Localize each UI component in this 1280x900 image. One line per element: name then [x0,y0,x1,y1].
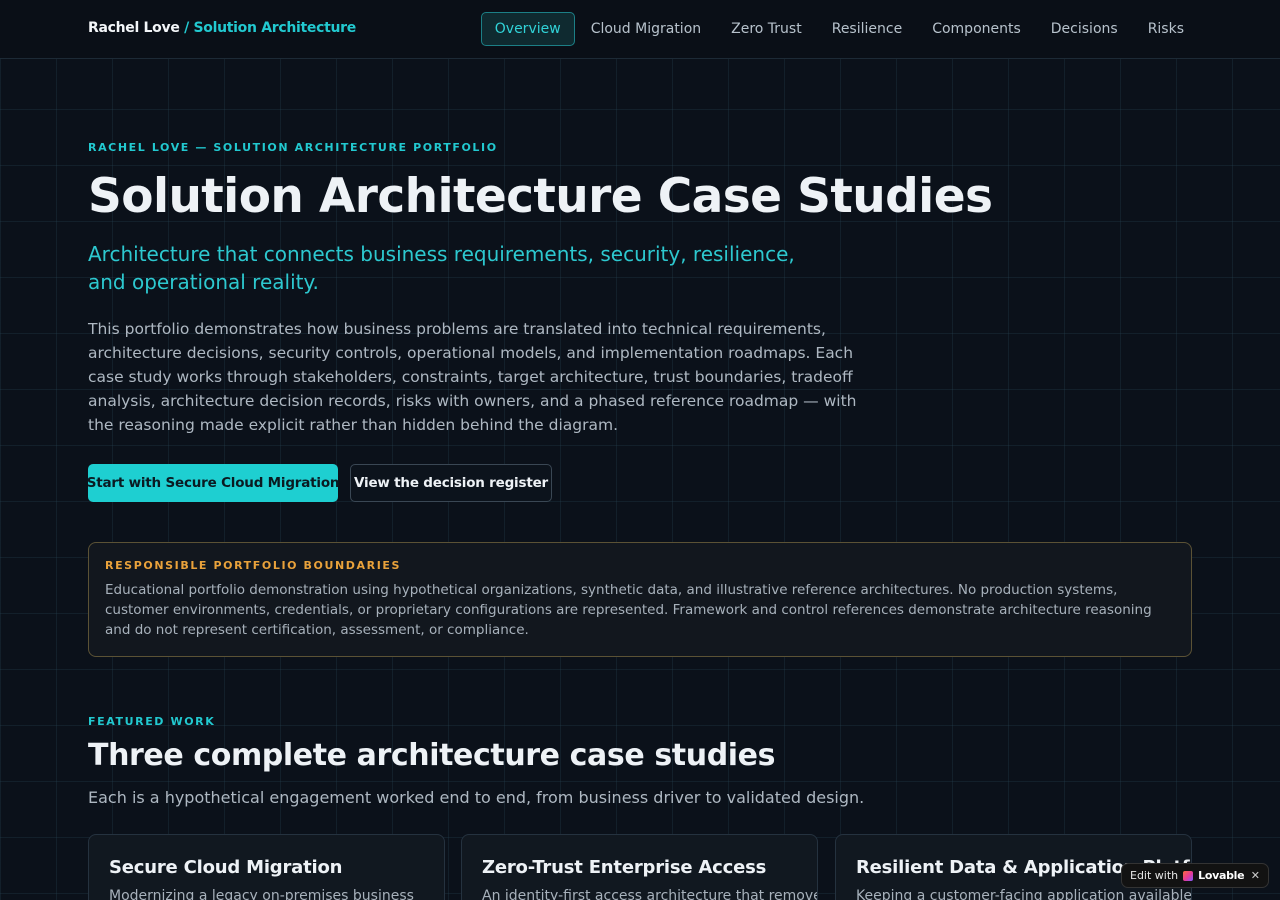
case-study-card-cloud-migration[interactable]: Secure Cloud Migration Modernizing a leg… [88,834,445,900]
brand-name: Rachel Love [88,20,180,36]
featured-section-title: Three complete architecture case studies [88,738,776,773]
case-study-card-zero-trust[interactable]: Zero-Trust Enterprise Access An identity… [461,834,818,900]
portfolio-boundaries-notice: RESPONSIBLE PORTFOLIO BOUNDARIES Educati… [88,542,1192,657]
nav-item-components[interactable]: Components [918,12,1035,46]
nav-item-decisions[interactable]: Decisions [1037,12,1132,46]
nav-item-resilience[interactable]: Resilience [818,12,916,46]
view-decision-register-button[interactable]: View the decision register [350,464,552,502]
hero-subtitle: Architecture that connects business requ… [88,242,795,294]
badge-brand: Lovable [1198,869,1245,882]
card-description: Keeping a customer-facing application av… [856,888,1192,900]
hero-eyebrow: RACHEL LOVE — SOLUTION ARCHITECTURE PORT… [88,141,498,154]
edit-with-lovable-badge[interactable]: Edit with Lovable ✕ [1121,863,1269,888]
notice-title: RESPONSIBLE PORTFOLIO BOUNDARIES [105,559,402,572]
notice-body: Educational portfolio demonstration usin… [105,582,1152,638]
lovable-logo-icon [1183,870,1194,881]
card-description: Modernizing a legacy on-premises busines… [109,888,414,900]
site-brand[interactable]: Rachel Love / Solution Architecture [88,20,356,36]
start-cloud-migration-button[interactable]: Start with Secure Cloud Migration [87,464,340,502]
hero-description: This portfolio demonstrates how business… [88,320,857,434]
featured-eyebrow: FEATURED WORK [88,715,216,728]
card-title: Secure Cloud Migration [109,857,343,878]
featured-section-subtitle: Each is a hypothetical engagement worked… [88,788,865,807]
card-description: An identity-first access architecture th… [482,888,818,900]
page-title: Solution Architecture Case Studies [88,169,993,224]
card-title: Zero-Trust Enterprise Access [482,857,767,878]
nav-item-risks[interactable]: Risks [1134,12,1198,46]
nav-item-overview[interactable]: Overview [480,12,575,46]
top-navigation-bar: Rachel Love / Solution Architecture Over… [0,0,1280,59]
main-nav: Overview Cloud Migration Zero Trust Resi… [480,12,1198,46]
nav-item-cloud-migration[interactable]: Cloud Migration [577,12,715,46]
close-icon[interactable]: ✕ [1251,869,1260,882]
brand-section: / Solution Architecture [184,20,356,36]
nav-item-zero-trust[interactable]: Zero Trust [717,12,816,46]
badge-prefix: Edit with [1130,869,1179,882]
